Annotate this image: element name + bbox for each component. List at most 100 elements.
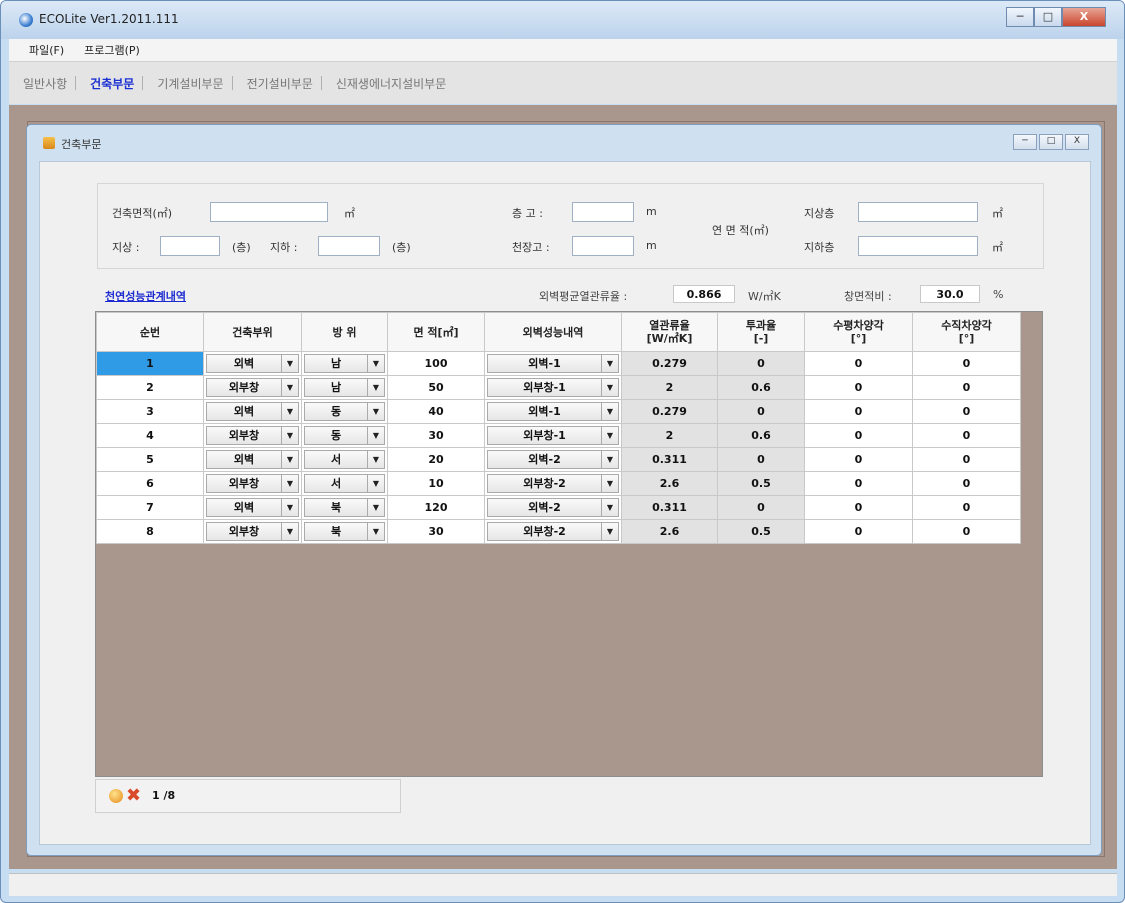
direction-dropdown[interactable]: 서 ▼ bbox=[304, 450, 385, 469]
part-cell[interactable]: 외부창 ▼ bbox=[203, 471, 302, 496]
direction-dropdown[interactable]: 북 ▼ bbox=[304, 522, 385, 541]
part-dropdown[interactable]: 외부창 ▼ bbox=[206, 426, 299, 445]
above-floors-input[interactable] bbox=[160, 236, 220, 256]
table-row[interactable]: 6 외부창 ▼ 서 ▼ 10 외부창-2 ▼ 2.6 0.5 0 0 bbox=[96, 471, 1021, 496]
tab-mechanical[interactable]: 기계설비부문 bbox=[157, 75, 223, 92]
dropdown-arrow-icon[interactable]: ▼ bbox=[601, 379, 618, 396]
menu-file[interactable]: 파일(F) bbox=[29, 42, 64, 58]
spec-cell[interactable]: 외부창-1 ▼ bbox=[484, 375, 622, 400]
spec-cell[interactable]: 외부창-2 ▼ bbox=[484, 471, 622, 496]
row-number-cell[interactable]: 3 bbox=[96, 399, 204, 424]
spec-cell[interactable]: 외부창-1 ▼ bbox=[484, 423, 622, 448]
direction-cell[interactable]: 동 ▼ bbox=[301, 423, 388, 448]
vertical-shade-cell[interactable]: 0 bbox=[912, 495, 1021, 520]
spec-dropdown[interactable]: 외벽-2 ▼ bbox=[487, 498, 619, 517]
table-row[interactable]: 7 외벽 ▼ 북 ▼ 120 외벽-2 ▼ 0.311 0 0 0 bbox=[96, 495, 1021, 520]
row-number-cell[interactable]: 2 bbox=[96, 375, 204, 400]
spec-dropdown[interactable]: 외부창-2 ▼ bbox=[487, 522, 619, 541]
direction-cell[interactable]: 서 ▼ bbox=[301, 471, 388, 496]
dropdown-arrow-icon[interactable]: ▼ bbox=[601, 475, 618, 492]
column-header[interactable]: 열관류율 [W/㎡K] bbox=[621, 312, 718, 352]
vertical-shade-cell[interactable]: 0 bbox=[912, 471, 1021, 496]
dropdown-arrow-icon[interactable]: ▼ bbox=[281, 451, 298, 468]
area-cell[interactable]: 30 bbox=[387, 423, 485, 448]
title-bar[interactable]: ECOLite Ver1.2011.111 ─ □ X bbox=[1, 1, 1124, 39]
above-ground-area-input[interactable] bbox=[858, 202, 978, 222]
spec-dropdown[interactable]: 외벽-2 ▼ bbox=[487, 450, 619, 469]
horizontal-shade-cell[interactable]: 0 bbox=[804, 495, 913, 520]
ceiling-height-input[interactable] bbox=[572, 236, 634, 256]
part-cell[interactable]: 외부창 ▼ bbox=[203, 423, 302, 448]
column-header[interactable]: 건축부위 bbox=[203, 312, 302, 352]
spec-dropdown[interactable]: 외벽-1 ▼ bbox=[487, 402, 619, 421]
spec-dropdown[interactable]: 외벽-1 ▼ bbox=[487, 354, 619, 373]
dropdown-arrow-icon[interactable]: ▼ bbox=[367, 403, 384, 420]
dropdown-arrow-icon[interactable]: ▼ bbox=[601, 427, 618, 444]
dropdown-arrow-icon[interactable]: ▼ bbox=[367, 475, 384, 492]
dropdown-arrow-icon[interactable]: ▼ bbox=[367, 523, 384, 540]
dropdown-arrow-icon[interactable]: ▼ bbox=[281, 475, 298, 492]
spec-cell[interactable]: 외벽-2 ▼ bbox=[484, 447, 622, 472]
dropdown-arrow-icon[interactable]: ▼ bbox=[281, 523, 298, 540]
part-cell[interactable]: 외벽 ▼ bbox=[203, 351, 302, 376]
column-header[interactable]: 방 위 bbox=[301, 312, 388, 352]
part-dropdown[interactable]: 외벽 ▼ bbox=[206, 498, 299, 517]
horizontal-shade-cell[interactable]: 0 bbox=[804, 351, 913, 376]
part-dropdown[interactable]: 외벽 ▼ bbox=[206, 450, 299, 469]
direction-cell[interactable]: 북 ▼ bbox=[301, 495, 388, 520]
spec-cell[interactable]: 외벽-2 ▼ bbox=[484, 495, 622, 520]
dropdown-arrow-icon[interactable]: ▼ bbox=[601, 499, 618, 516]
area-cell[interactable]: 40 bbox=[387, 399, 485, 424]
part-dropdown[interactable]: 외부창 ▼ bbox=[206, 522, 299, 541]
direction-dropdown[interactable]: 남 ▼ bbox=[304, 354, 385, 373]
direction-cell[interactable]: 북 ▼ bbox=[301, 519, 388, 544]
vertical-shade-cell[interactable]: 0 bbox=[912, 399, 1021, 424]
direction-cell[interactable]: 남 ▼ bbox=[301, 375, 388, 400]
row-number-cell[interactable]: 6 bbox=[96, 471, 204, 496]
spec-dropdown[interactable]: 외부창-1 ▼ bbox=[487, 378, 619, 397]
dropdown-arrow-icon[interactable]: ▼ bbox=[281, 499, 298, 516]
table-row[interactable]: 5 외벽 ▼ 서 ▼ 20 외벽-2 ▼ 0.311 0 0 0 bbox=[96, 447, 1021, 472]
below-floors-input[interactable] bbox=[318, 236, 380, 256]
horizontal-shade-cell[interactable]: 0 bbox=[804, 471, 913, 496]
area-cell[interactable]: 50 bbox=[387, 375, 485, 400]
child-minimize-button[interactable]: ─ bbox=[1013, 134, 1037, 150]
direction-cell[interactable]: 남 ▼ bbox=[301, 351, 388, 376]
row-number-cell[interactable]: 1 bbox=[96, 351, 204, 376]
horizontal-shade-cell[interactable]: 0 bbox=[804, 399, 913, 424]
horizontal-shade-cell[interactable]: 0 bbox=[804, 375, 913, 400]
maximize-button[interactable]: □ bbox=[1034, 7, 1062, 27]
delete-record-icon[interactable]: ✖ bbox=[126, 785, 141, 807]
table-row[interactable]: 3 외벽 ▼ 동 ▼ 40 외벽-1 ▼ 0.279 0 0 0 bbox=[96, 399, 1021, 424]
row-number-cell[interactable]: 7 bbox=[96, 495, 204, 520]
vertical-shade-cell[interactable]: 0 bbox=[912, 447, 1021, 472]
dropdown-arrow-icon[interactable]: ▼ bbox=[281, 427, 298, 444]
tab-architecture[interactable]: 건축부문 bbox=[90, 75, 134, 92]
part-dropdown[interactable]: 외부창 ▼ bbox=[206, 474, 299, 493]
part-cell[interactable]: 외벽 ▼ bbox=[203, 447, 302, 472]
table-row[interactable]: 1 외벽 ▼ 남 ▼ 100 외벽-1 ▼ 0.279 0 0 0 bbox=[96, 351, 1021, 376]
performance-details-link[interactable]: 천연성능관계내역 bbox=[105, 288, 186, 304]
spec-dropdown[interactable]: 외부창-2 ▼ bbox=[487, 474, 619, 493]
child-title-bar[interactable]: 건축부문 ─ □ X bbox=[27, 125, 1101, 159]
part-dropdown[interactable]: 외벽 ▼ bbox=[206, 402, 299, 421]
spec-cell[interactable]: 외부창-2 ▼ bbox=[484, 519, 622, 544]
child-maximize-button[interactable]: □ bbox=[1039, 134, 1063, 150]
dropdown-arrow-icon[interactable]: ▼ bbox=[367, 355, 384, 372]
tab-renewable[interactable]: 신재생에너지설비부문 bbox=[336, 75, 446, 92]
dropdown-arrow-icon[interactable]: ▼ bbox=[281, 379, 298, 396]
below-ground-area-input[interactable] bbox=[858, 236, 978, 256]
dropdown-arrow-icon[interactable]: ▼ bbox=[367, 427, 384, 444]
tab-general[interactable]: 일반사항 bbox=[23, 75, 67, 92]
direction-dropdown[interactable]: 남 ▼ bbox=[304, 378, 385, 397]
vertical-shade-cell[interactable]: 0 bbox=[912, 423, 1021, 448]
table-row[interactable]: 2 외부창 ▼ 남 ▼ 50 외부창-1 ▼ 2 0.6 0 0 bbox=[96, 375, 1021, 400]
dropdown-arrow-icon[interactable]: ▼ bbox=[367, 499, 384, 516]
part-cell[interactable]: 외벽 ▼ bbox=[203, 495, 302, 520]
horizontal-shade-cell[interactable]: 0 bbox=[804, 423, 913, 448]
dropdown-arrow-icon[interactable]: ▼ bbox=[601, 403, 618, 420]
floor-height-input[interactable] bbox=[572, 202, 634, 222]
direction-dropdown[interactable]: 북 ▼ bbox=[304, 498, 385, 517]
row-number-cell[interactable]: 4 bbox=[96, 423, 204, 448]
dropdown-arrow-icon[interactable]: ▼ bbox=[281, 355, 298, 372]
